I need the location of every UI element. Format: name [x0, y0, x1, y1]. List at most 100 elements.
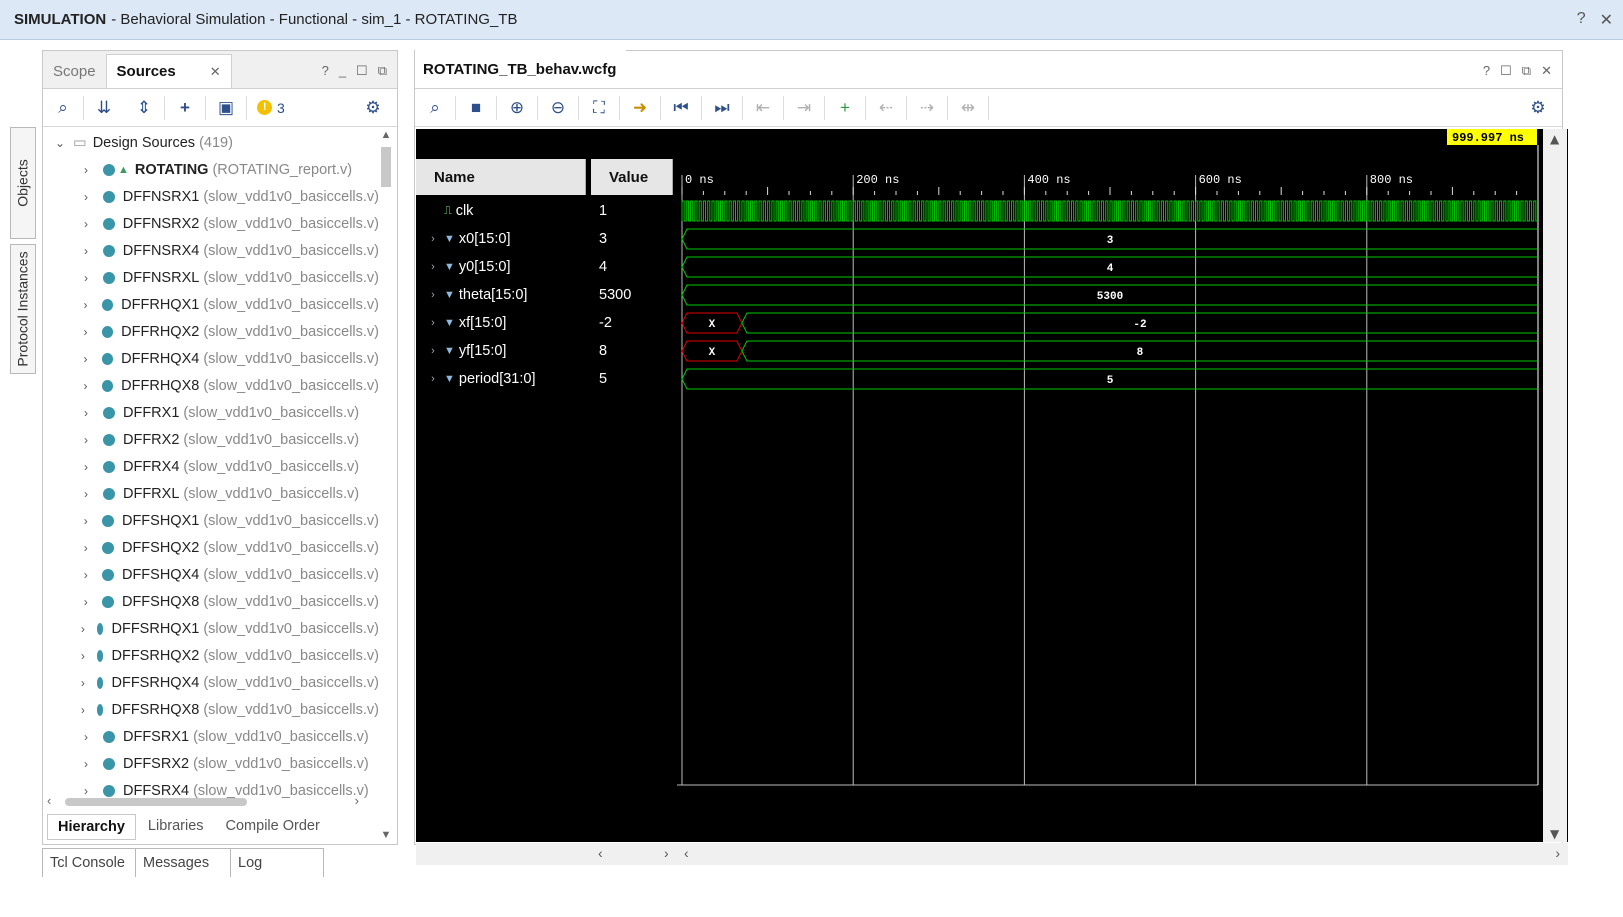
chevron-right-icon[interactable]: › [79, 379, 92, 393]
previous-marker-icon[interactable]: ⇠ [866, 93, 906, 123]
tree-row[interactable]: › DFFSRHQX4 (slow_vdd1v0_basiccells.v) [43, 669, 379, 696]
chevron-right-icon[interactable]: › [426, 345, 440, 357]
minimize-icon[interactable]: _ [339, 63, 346, 79]
tab-sources[interactable]: Sources ✕ [105, 54, 232, 88]
tree-row[interactable]: › DFFRHQX8 (slow_vdd1v0_basiccells.v) [43, 372, 380, 399]
tree-row[interactable]: › DFFNSRX4 (slow_vdd1v0_basiccells.v) [43, 237, 379, 264]
chevron-right-icon[interactable]: › [79, 568, 92, 582]
collapse-all-icon[interactable]: ⇊ [84, 93, 124, 123]
gear-icon[interactable]: ⚙ [353, 93, 393, 123]
zoom-out-icon[interactable]: ⊖ [538, 93, 578, 123]
chevron-right-icon[interactable]: › [79, 406, 93, 420]
tab-tcl-console[interactable]: Tcl Console [42, 848, 136, 877]
signal-row[interactable]: › ▼ xf[15:0] [416, 309, 506, 337]
tab-hierarchy[interactable]: Hierarchy [47, 814, 136, 840]
chevron-right-icon[interactable]: › [426, 233, 440, 245]
chevron-right-icon[interactable]: › [79, 757, 93, 771]
tree-row[interactable]: › DFFSRHQX8 (slow_vdd1v0_basiccells.v) [43, 696, 379, 723]
chevron-right-icon[interactable]: › [79, 676, 87, 690]
swap-cursors-icon[interactable]: ⇹ [948, 93, 988, 123]
chevron-right-icon[interactable]: › [79, 271, 93, 285]
scroll-right-icon[interactable]: › [1555, 845, 1560, 861]
close-tab-icon[interactable]: ✕ [210, 64, 221, 80]
previous-transition-icon[interactable]: ⇤ [743, 93, 783, 123]
chevron-right-icon[interactable]: › [79, 460, 93, 474]
waveform-canvas[interactable]: 0 ns 200 ns 400 ns 600 ns 800 ns 999.997 ns 3 4… [677, 129, 1567, 842]
chevron-right-icon[interactable]: › [79, 703, 87, 717]
wave-bottom-scroll[interactable]: ‹ › ‹ › [416, 843, 1568, 865]
signal-row[interactable]: › ▼ theta[15:0] [416, 281, 527, 309]
chevron-right-icon[interactable]: › [79, 163, 93, 177]
chevron-right-icon[interactable]: › [79, 730, 93, 744]
tab-scope[interactable]: Scope [43, 54, 106, 88]
tree-row[interactable]: › DFFRHQX4 (slow_vdd1v0_basiccells.v) [43, 345, 380, 372]
maximize-icon[interactable]: ☐ [356, 63, 368, 79]
tab-compile-order[interactable]: Compile Order [216, 814, 330, 840]
horizontal-scrollbar[interactable]: ‹ › [47, 793, 377, 809]
next-marker-icon[interactable]: ⇢ [907, 93, 947, 123]
tree-row-top-module[interactable]: › ▲ ROTATING (ROTATING_report.v) [43, 156, 379, 183]
help-icon[interactable]: ? [322, 63, 329, 79]
properties-icon[interactable]: ▣ [206, 93, 246, 123]
tab-objects[interactable]: Objects [10, 127, 36, 239]
zoom-in-icon[interactable]: ⊕ [497, 93, 537, 123]
add-marker-icon[interactable]: + [825, 93, 865, 123]
zoom-fit-icon[interactable]: ⛶ [579, 93, 619, 123]
chevron-right-icon[interactable]: › [79, 595, 92, 609]
search-icon[interactable]: ⌕ [415, 93, 455, 123]
tree-row[interactable]: › DFFRHQX1 (slow_vdd1v0_basiccells.v) [43, 291, 380, 318]
signal-row[interactable]: › ▼ yf[15:0] [416, 337, 506, 365]
chevron-right-icon[interactable]: › [79, 298, 92, 312]
chevron-right-icon[interactable]: › [79, 190, 93, 204]
signal-row[interactable]: ⎍ clk [416, 197, 473, 225]
signal-row[interactable]: › ▼ y0[15:0] [416, 253, 510, 281]
gear-icon[interactable]: ⚙ [1518, 93, 1558, 123]
scroll-down-icon[interactable]: ▼ [1550, 827, 1560, 841]
vertical-scrollbar[interactable]: ▲ ▼ [379, 129, 393, 841]
tree-row[interactable]: › DFFNSRXL (slow_vdd1v0_basiccells.v) [43, 264, 379, 291]
add-sources-icon[interactable]: + [165, 93, 205, 123]
chevron-right-icon[interactable]: › [426, 373, 440, 385]
float-icon[interactable]: ⧉ [378, 63, 387, 79]
tab-libraries[interactable]: Libraries [138, 814, 214, 840]
value-header[interactable]: Value [591, 159, 673, 195]
wave-vertical-scrollbar[interactable] [1543, 129, 1567, 842]
save-icon[interactable]: ■ [456, 93, 496, 123]
signal-row[interactable]: › ▼ period[31:0] [416, 365, 535, 393]
scroll-right-icon[interactable]: › [664, 845, 669, 861]
tree-row[interactable]: › DFFSHQX8 (slow_vdd1v0_basiccells.v) [43, 588, 379, 615]
chevron-right-icon[interactable]: › [426, 261, 440, 273]
go-to-cursor-icon[interactable]: ➜ [620, 93, 660, 123]
search-icon[interactable]: ⌕ [43, 93, 83, 123]
tree-row[interactable]: › DFFRX1 (slow_vdd1v0_basiccells.v) [43, 399, 379, 426]
maximize-icon[interactable]: ☐ [1500, 63, 1512, 79]
chevron-right-icon[interactable]: › [79, 325, 92, 339]
chevron-right-icon[interactable]: › [79, 352, 92, 366]
chevron-right-icon[interactable]: › [79, 649, 87, 663]
tab-messages[interactable]: Messages [135, 848, 231, 877]
chevron-right-icon[interactable]: › [79, 217, 93, 231]
tree-row[interactable]: › DFFSHQX1 (slow_vdd1v0_basiccells.v) [43, 507, 379, 534]
tree-row[interactable]: › DFFRX4 (slow_vdd1v0_basiccells.v) [43, 453, 379, 480]
tab-wcfg[interactable]: ROTATING_TB_behav.wcfg [415, 50, 627, 88]
name-header[interactable]: Name [416, 159, 586, 195]
tree-row[interactable]: › DFFSRX2 (slow_vdd1v0_basiccells.v) [43, 750, 379, 777]
chevron-right-icon[interactable]: › [79, 244, 93, 258]
scroll-left-icon[interactable]: ‹ [598, 845, 603, 861]
tree-row[interactable]: › DFFSRX1 (slow_vdd1v0_basiccells.v) [43, 723, 379, 750]
chevron-right-icon[interactable]: › [79, 487, 93, 501]
tree-row-design-sources[interactable]: ⌄ ▭ Design Sources (419) [43, 129, 379, 156]
chevron-right-icon[interactable]: › [426, 317, 440, 329]
help-icon[interactable]: ? [1577, 10, 1586, 30]
help-icon[interactable]: ? [1483, 63, 1490, 79]
chevron-right-icon[interactable]: › [79, 622, 87, 636]
tree-row[interactable]: › DFFNSRX1 (slow_vdd1v0_basiccells.v) [43, 183, 379, 210]
tab-protocol-instances[interactable]: Protocol Instances [10, 244, 36, 374]
tree-row[interactable]: › DFFRXL (slow_vdd1v0_basiccells.v) [43, 480, 379, 507]
warning-icon[interactable]: ! 3 [247, 93, 295, 123]
chevron-right-icon[interactable]: › [79, 433, 93, 447]
scroll-left-icon[interactable]: ‹ [684, 845, 689, 861]
signal-row[interactable]: › ▼ x0[15:0] [416, 225, 510, 253]
tab-log[interactable]: Log [230, 848, 324, 877]
expand-all-icon[interactable]: ⇕ [124, 93, 164, 123]
